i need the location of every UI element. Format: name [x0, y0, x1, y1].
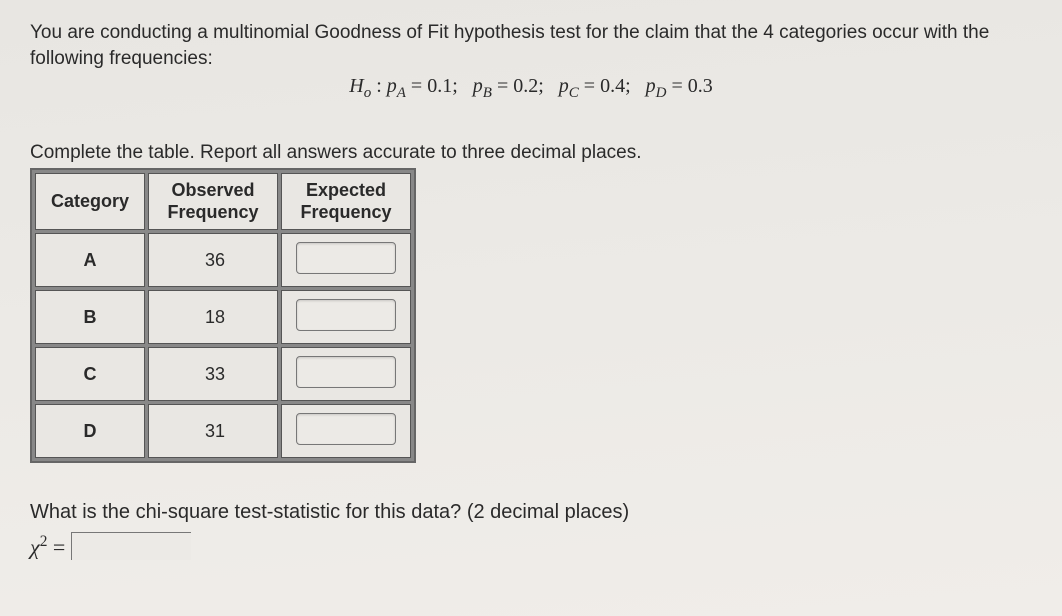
pD-sym: p: [646, 75, 656, 97]
chi-sup: 2: [40, 533, 48, 550]
expected-input-c[interactable]: [296, 356, 396, 388]
expected-input-d[interactable]: [296, 413, 396, 445]
header-observed: ObservedFrequency: [148, 173, 278, 230]
table-row: A 36: [35, 233, 411, 287]
chi-square-input[interactable]: [71, 532, 191, 560]
table-instruction: Complete the table. Report all answers a…: [30, 142, 1032, 164]
equals-sign: =: [53, 534, 65, 559]
cell-observed-c: 33: [148, 347, 278, 401]
cell-expected-b: [281, 290, 411, 344]
pC-val: 0.4: [600, 75, 625, 97]
frequency-table: Category ObservedFrequency ExpectedFrequ…: [30, 168, 416, 463]
table-row: B 18: [35, 290, 411, 344]
h-symbol: H: [349, 75, 363, 97]
cell-observed-d: 31: [148, 404, 278, 458]
cell-observed-a: 36: [148, 233, 278, 287]
header-expected: ExpectedFrequency: [281, 173, 411, 230]
pA-sym: p: [387, 75, 397, 97]
pC-sub: C: [569, 85, 579, 101]
pB-sym: p: [473, 75, 483, 97]
pA-val: 0.1: [427, 75, 452, 97]
cell-category-a: A: [35, 233, 145, 287]
table-row: D 31: [35, 404, 411, 458]
chi-square-question: What is the chi-square test-statistic fo…: [30, 501, 1032, 524]
cell-observed-b: 18: [148, 290, 278, 344]
expected-input-b[interactable]: [296, 299, 396, 331]
intro-text: You are conducting a multinomial Goodnes…: [30, 20, 1032, 71]
expected-input-a[interactable]: [296, 242, 396, 274]
cell-expected-a: [281, 233, 411, 287]
cell-expected-d: [281, 404, 411, 458]
cell-expected-c: [281, 347, 411, 401]
pC-sym: p: [559, 75, 569, 97]
h-sub: o: [364, 85, 372, 101]
chi-symbol: χ: [30, 534, 40, 559]
cell-category-c: C: [35, 347, 145, 401]
header-category: Category: [35, 173, 145, 230]
pB-sub: B: [483, 85, 492, 101]
pA-sub: A: [397, 85, 406, 101]
pB-val: 0.2: [513, 75, 538, 97]
cell-category-b: B: [35, 290, 145, 344]
pD-val: 0.3: [688, 75, 713, 97]
pD-sub: D: [656, 85, 667, 101]
hypothesis-line: Ho : pA = 0.1; pB = 0.2; pC = 0.4; pD = …: [30, 75, 1032, 102]
table-row: C 33: [35, 347, 411, 401]
chi-square-equation: χ2 =: [30, 532, 1032, 560]
cell-category-d: D: [35, 404, 145, 458]
